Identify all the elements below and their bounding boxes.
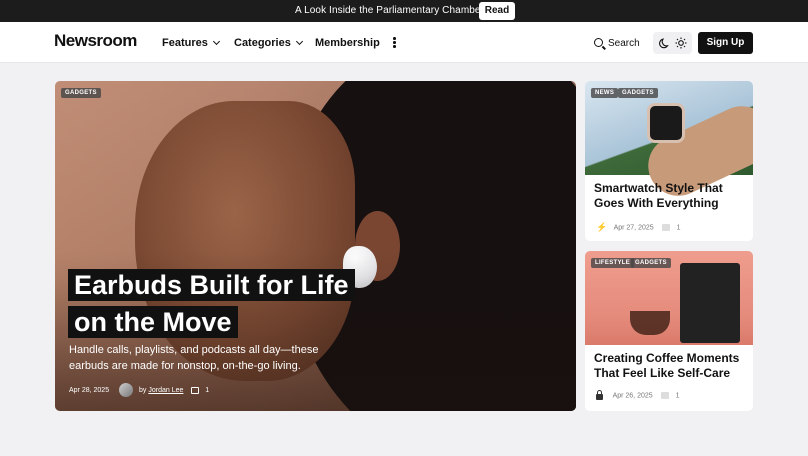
sign-up-button[interactable]: Sign Up — [698, 32, 753, 54]
card-meta: ⚡ Apr 27, 2025 1 — [596, 222, 680, 233]
category-badge-gadgets[interactable]: GADGETS — [618, 88, 658, 98]
nav-categories-label: Categories — [234, 37, 291, 49]
announcement-bar: A Look Inside the Parliamentary Chambers… — [0, 0, 808, 22]
hero-comment-count[interactable]: 1 — [205, 387, 209, 394]
card-date: Apr 27, 2025 — [613, 224, 654, 232]
comment-icon[interactable] — [661, 224, 670, 231]
nav-membership[interactable]: Membership — [315, 37, 380, 49]
announcement-read-button[interactable]: Read — [479, 2, 515, 20]
hero-meta: Apr 28, 2025 by Jordan Lee 1 — [69, 383, 209, 397]
article-card-smartwatch[interactable]: NEWS GADGETS Smartwatch Style That Goes … — [585, 81, 753, 241]
more-menu-icon[interactable] — [393, 37, 396, 48]
nav-membership-label: Membership — [315, 37, 380, 49]
nav-features-label: Features — [162, 37, 208, 49]
card-comment-count[interactable]: 1 — [677, 224, 681, 231]
search-button[interactable]: Search — [594, 37, 640, 49]
chevron-down-icon — [295, 37, 303, 46]
avatar[interactable] — [119, 383, 134, 397]
search-label: Search — [608, 38, 640, 49]
article-card-coffee[interactable]: LIFESTYLE GADGETS Creating Coffee Moment… — [585, 251, 753, 411]
theme-toggle[interactable] — [653, 32, 692, 54]
search-icon — [594, 38, 603, 47]
card-date: Apr 26, 2025 — [612, 392, 653, 400]
watch-face — [647, 103, 685, 143]
site-logo[interactable]: Newsroom — [54, 31, 137, 51]
hero-category-badge[interactable]: GADGETS — [61, 88, 101, 98]
card-title[interactable]: Smartwatch Style That Goes With Everythi… — [594, 181, 744, 211]
moon-icon[interactable] — [659, 37, 671, 49]
card-comment-count[interactable]: 1 — [676, 392, 680, 399]
hero-by: by — [139, 386, 147, 394]
comment-icon[interactable] — [660, 392, 669, 399]
comment-icon[interactable] — [191, 386, 200, 394]
category-badge-lifestyle[interactable]: LIFESTYLE — [591, 258, 635, 268]
hero-title[interactable]: Earbuds Built for Life on the Move — [68, 267, 355, 341]
announcement-text: A Look Inside the Parliamentary Chambers — [295, 5, 490, 16]
category-badge-news[interactable]: NEWS — [591, 88, 619, 98]
card-meta: Apr 26, 2025 1 — [596, 389, 680, 400]
hero-date: Apr 28, 2025 — [69, 386, 110, 394]
category-badge-gadgets[interactable]: GADGETS — [631, 258, 671, 268]
hero-title-line1: Earbuds Built for Life — [68, 269, 355, 301]
site-header: Newsroom Features Categories Membership … — [0, 22, 808, 63]
coffee-machine — [680, 263, 740, 343]
sun-icon[interactable] — [675, 37, 687, 49]
bolt-icon: ⚡ — [596, 222, 608, 232]
lock-icon — [596, 389, 603, 400]
nav-features[interactable]: Features — [162, 37, 220, 49]
nav-categories[interactable]: Categories — [234, 37, 303, 49]
coffee-cup — [630, 311, 670, 335]
hero-description: Handle calls, playlists, and podcasts al… — [69, 344, 319, 372]
chevron-down-icon — [212, 37, 220, 46]
hero-title-line2: on the Move — [68, 306, 238, 338]
hero-author-link[interactable]: Jordan Lee — [148, 387, 183, 394]
card-title[interactable]: Creating Coffee Moments That Feel Like S… — [594, 351, 744, 381]
